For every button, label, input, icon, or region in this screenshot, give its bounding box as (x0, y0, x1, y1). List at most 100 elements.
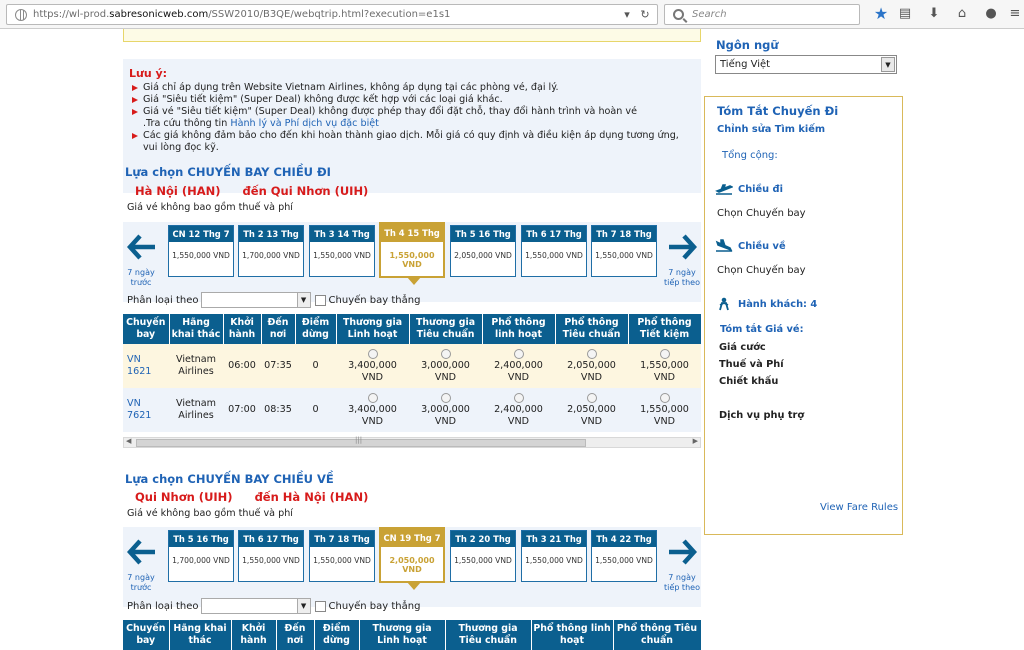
discount-label: Chiết khấu (719, 376, 779, 387)
next-week-link[interactable]: 7 ngày tiếp theo (662, 268, 702, 288)
search-input[interactable]: Search (692, 9, 727, 20)
url-text: https://wl-prod.sabresonicweb.com/SSW201… (33, 9, 451, 20)
fare-option[interactable]: 1,550,000 VND (628, 388, 701, 432)
globe-icon (15, 8, 27, 21)
chat-icon[interactable]: ● (982, 6, 1000, 22)
fare-radio[interactable] (367, 392, 378, 403)
view-fare-rules-link[interactable]: View Fare Rules (820, 502, 898, 513)
direct-flight-checkbox[interactable] (314, 600, 326, 612)
horizontal-scrollbar[interactable]: ◀▶ (123, 436, 701, 448)
fare-option[interactable]: 3,400,000 VND (336, 388, 409, 432)
column-header: Phổ thông linh hoạt (482, 314, 556, 344)
fare-option[interactable]: 2,400,000 VND (482, 344, 555, 388)
column-header: Chuyến bay (123, 620, 170, 650)
chevron-down-icon: ▼ (881, 57, 895, 72)
prev-week-link[interactable]: 7 ngày trước (121, 573, 161, 593)
fare-radio[interactable] (440, 348, 451, 359)
prev-week-arrow-icon[interactable] (126, 232, 157, 262)
summary-title: Tóm Tắt Chuyến Đi (717, 104, 839, 118)
sort-select[interactable]: ▼ (200, 598, 311, 614)
date-option-selected[interactable]: Th 4 15 Thg 7 1,550,000 VND (379, 222, 445, 285)
carrier-cell: Vietnam Airlines (169, 344, 223, 388)
fare-option[interactable]: 3,000,000 VND (409, 344, 482, 388)
fare-option[interactable]: 2,050,000 VND (555, 344, 628, 388)
fare-radio[interactable] (586, 348, 597, 359)
sort-select[interactable]: ▼ (200, 292, 311, 308)
edit-search-link[interactable]: Chỉnh sửa Tìm kiếm (717, 124, 825, 135)
date-option[interactable]: Th 5 16 Thg 7 2,050,000 VND (450, 225, 516, 277)
fare-radio[interactable] (659, 348, 670, 359)
date-option[interactable]: Th 7 18 Thg 7 1,550,000 VND (591, 225, 657, 277)
top-info-box (123, 29, 701, 42)
fare-option[interactable]: 2,400,000 VND (482, 388, 555, 432)
direct-flight-checkbox[interactable] (314, 294, 326, 306)
outbound-filter-row: Phân loại theo ▼ Chuyến bay thẳng (127, 292, 420, 308)
next-week-arrow-icon[interactable] (667, 232, 698, 262)
fare-price: 3,000,000 VND (421, 359, 470, 383)
date-option[interactable]: Th 3 21 Thg 7 1,550,000 VND (521, 530, 587, 582)
column-header: Khởi hành (231, 620, 277, 650)
home-icon[interactable]: ⌂ (953, 6, 971, 22)
notice-item: Các giá không đảm bảo cho đến khi hoàn t… (129, 130, 695, 154)
language-select[interactable]: Tiếng Việt ▼ (715, 55, 897, 74)
next-week-link[interactable]: 7 ngày tiếp theo (662, 573, 702, 593)
notice-title: Lưu ý: (129, 67, 168, 80)
date-option[interactable]: Th 2 20 Thg 7 1,550,000 VND (450, 530, 516, 582)
fare-option[interactable]: 1,550,000 VND (628, 344, 701, 388)
reload-icon[interactable]: ↻ (637, 7, 653, 23)
departure-time: 06:00 (223, 344, 261, 388)
language-label: Ngôn ngữ (716, 38, 779, 52)
date-option[interactable]: Th 2 13 Thg 7 1,700,000 VND (238, 225, 304, 277)
bookmark-star-icon[interactable]: ★ (872, 6, 890, 22)
date-option[interactable]: Th 6 17 Thg 7 1,550,000 VND (238, 530, 304, 582)
fare-radio[interactable] (586, 392, 597, 403)
fare-price: 3,400,000 VND (348, 403, 397, 427)
date-option[interactable]: CN 12 Thg 7 1,550,000 VND (168, 225, 234, 277)
column-header: Phổ thông linh hoạt (531, 620, 614, 650)
date-option[interactable]: Th 4 22 Thg 7 1,550,000 VND (591, 530, 657, 582)
date-option-selected[interactable]: CN 19 Thg 7 2,050,000 VND (379, 527, 445, 590)
browser-toolbar: https://wl-prod.sabresonicweb.com/SSW201… (0, 0, 1024, 29)
column-header: Điểm dừng (295, 314, 337, 344)
chevron-down-icon: ▼ (296, 599, 310, 613)
flight-number-link[interactable]: VN 1621 (123, 344, 169, 388)
download-icon[interactable]: ⬇ (925, 6, 943, 22)
baggage-fee-link[interactable]: Hành lý và Phí dịch vụ đặc biệt (230, 118, 379, 129)
stops-count: 0 (295, 388, 336, 432)
date-option[interactable]: Th 6 17 Thg 7 1,550,000 VND (521, 225, 587, 277)
column-header: Thương gia Tiêu chuẩn (445, 620, 532, 650)
prev-week-arrow-icon[interactable] (126, 537, 157, 567)
fare-option[interactable]: 2,050,000 VND (555, 388, 628, 432)
reading-list-icon[interactable]: ▤ (896, 6, 914, 22)
prev-week-link[interactable]: 7 ngày trước (121, 268, 161, 288)
column-header: Chuyến bay (123, 314, 170, 344)
date-option[interactable]: Th 5 16 Thg 7 1,700,000 VND (168, 530, 234, 582)
menu-icon[interactable]: ≡ (1006, 6, 1024, 22)
fare-radio[interactable] (367, 348, 378, 359)
next-week-arrow-icon[interactable] (667, 537, 698, 567)
fare-option[interactable]: 3,400,000 VND (336, 344, 409, 388)
fare-radio[interactable] (659, 392, 670, 403)
sort-label: Phân loại theo (127, 600, 199, 612)
fare-price: 3,000,000 VND (421, 403, 470, 427)
fare-radio[interactable] (440, 392, 451, 403)
direct-flight-label: Chuyến bay thẳng (328, 294, 421, 306)
address-bar[interactable]: https://wl-prod.sabresonicweb.com/SSW201… (6, 4, 658, 25)
inbound-filter-row: Phân loại theo ▼ Chuyến bay thẳng (127, 598, 420, 614)
outbound-date-bar: 7 ngày trước CN 12 Thg 7 1,550,000 VND Th… (123, 222, 701, 302)
column-header: Đến nơi (261, 314, 296, 344)
search-bar[interactable]: Search (664, 4, 860, 25)
taxes-label: Thuế và Phí (719, 359, 784, 370)
fare-option[interactable]: 3,000,000 VND (409, 388, 482, 432)
fare-radio[interactable] (513, 392, 524, 403)
fare-radio[interactable] (513, 348, 524, 359)
notice-info: .Tra cứu thông tin Hành lý và Phí dịch v… (143, 118, 379, 129)
date-option[interactable]: Th 7 18 Thg 7 1,550,000 VND (309, 530, 375, 582)
plane-takeoff-icon (715, 184, 733, 195)
dropdown-icon[interactable]: ▾ (619, 7, 635, 23)
column-header: Phổ thông Tiêu chuẩn (613, 620, 702, 650)
passengers-section: Hành khách: 4 (715, 297, 817, 311)
notice-item: Giá chỉ áp dụng trên Website Vietnam Air… (129, 82, 695, 94)
date-option[interactable]: Th 3 14 Thg 7 1,550,000 VND (309, 225, 375, 277)
flight-number-link[interactable]: VN 7621 (123, 388, 169, 432)
